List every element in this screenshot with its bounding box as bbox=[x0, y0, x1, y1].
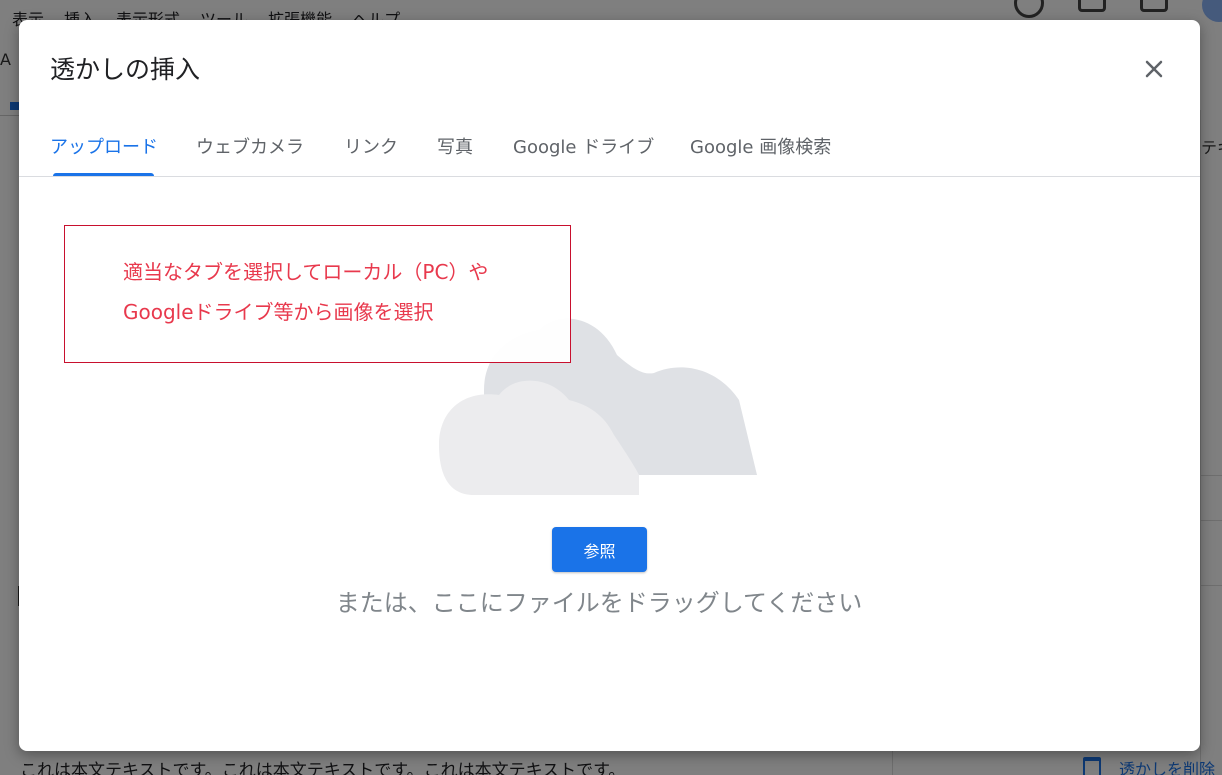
drag-drop-hint: または、ここにファイルをドラッグしてください bbox=[335, 589, 863, 617]
close-button[interactable] bbox=[1139, 54, 1169, 84]
tab-upload[interactable]: アップロード bbox=[50, 133, 158, 159]
browse-button[interactable]: 参照 bbox=[552, 527, 647, 572]
tab-google-drive[interactable]: Google ドライブ bbox=[513, 133, 654, 159]
tab-photos[interactable]: 写真 bbox=[437, 133, 473, 159]
dialog-title: 透かしの挿入 bbox=[50, 55, 201, 84]
annotation-callout: 適当なタブを選択してローカル（PC）や Googleドライブ等から画像を選択 bbox=[64, 225, 571, 363]
active-tab-indicator bbox=[53, 173, 154, 176]
tab-webcam[interactable]: ウェブカメラ bbox=[196, 133, 304, 159]
annotation-line-2: Googleドライブ等から画像を選択 bbox=[123, 300, 434, 324]
tab-bar: アップロード ウェブカメラ リンク 写真 Google ドライブ Google … bbox=[19, 120, 1200, 177]
close-icon bbox=[1145, 60, 1163, 78]
tab-link[interactable]: リンク bbox=[344, 133, 398, 159]
insert-watermark-dialog: 透かしの挿入 アップロード ウェブカメラ リンク 写真 Google ドライブ … bbox=[19, 20, 1200, 751]
annotation-line-1: 適当なタブを選択してローカル（PC）や bbox=[123, 260, 489, 284]
tab-google-image-search[interactable]: Google 画像検索 bbox=[690, 133, 831, 159]
